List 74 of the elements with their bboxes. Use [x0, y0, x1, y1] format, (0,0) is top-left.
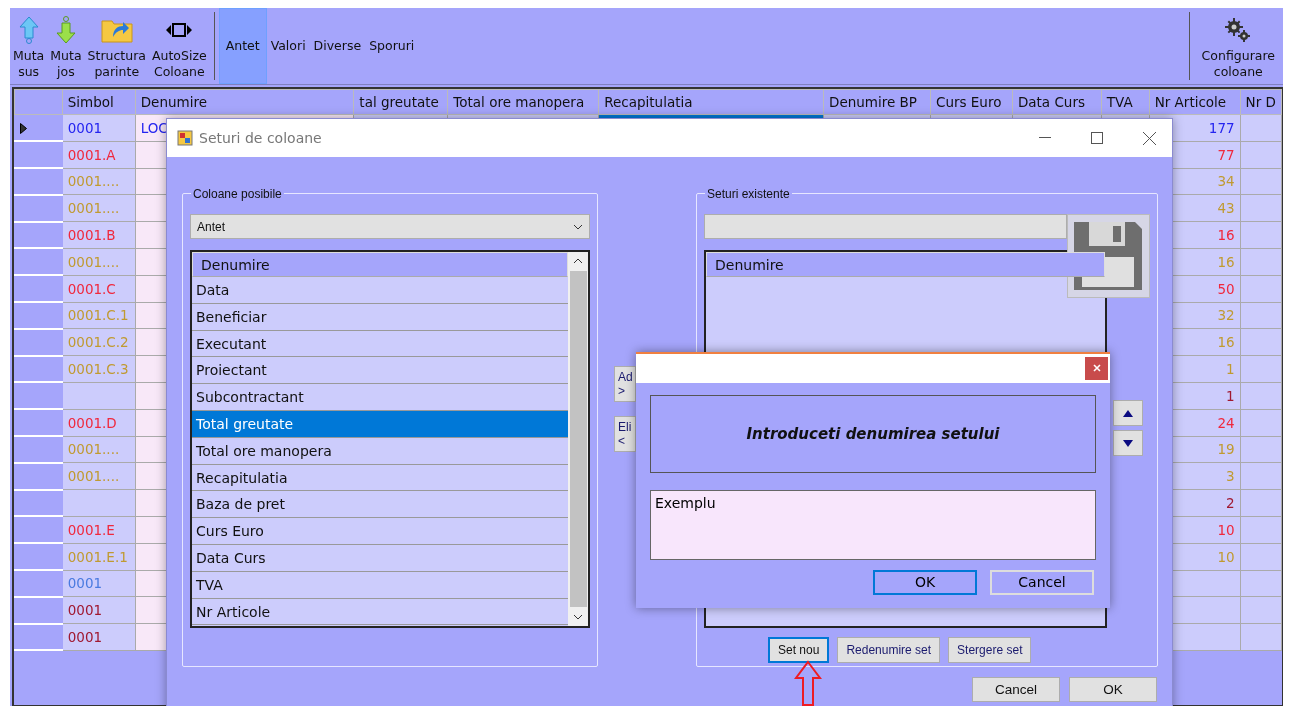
set-button[interactable]: Redenumire set	[837, 637, 941, 663]
set-name-input[interactable]: Exemplu	[650, 490, 1096, 560]
move-button[interactable]: Ad >	[614, 366, 636, 402]
table-cell: 0001....	[62, 462, 136, 490]
table-cell: 0001.C.1	[62, 302, 136, 329]
set-button[interactable]: Stergere set	[948, 637, 1032, 663]
chevron-up-icon	[573, 258, 583, 264]
list-item[interactable]: Total greutate	[192, 411, 568, 438]
annotation-arrow	[794, 660, 822, 706]
toolbar-button[interactable]: Muta jos	[47, 8, 85, 84]
minimize-icon	[1039, 137, 1051, 139]
toolbar-button[interactable]: AutoSize Coloane	[148, 8, 210, 84]
arrow-down-icon	[55, 16, 76, 44]
arrow-up-icon	[18, 16, 39, 44]
dialog-button[interactable]: Cancel	[990, 570, 1094, 595]
column-header[interactable]: Recapitulatia	[598, 89, 824, 115]
autosize-icon	[165, 20, 194, 40]
set-button[interactable]: Set nou	[768, 637, 830, 663]
table-cell: 0001.E.1	[62, 543, 136, 571]
table-cell: 0001.A	[62, 141, 136, 169]
list-header[interactable]: Denumire	[706, 252, 1105, 277]
chevron-down-icon	[573, 614, 583, 620]
close-button[interactable]	[1085, 357, 1108, 380]
column-header[interactable]: Nr Articole	[1149, 89, 1241, 115]
column-header[interactable]: TVA	[1101, 89, 1150, 115]
tab[interactable]: Antet	[218, 8, 267, 84]
table-cell: 0001.C	[62, 275, 136, 303]
set-name-field[interactable]	[704, 214, 1067, 239]
table-cell: 0001	[62, 596, 136, 624]
prompt-label: Introduceti denumirea setului	[650, 395, 1096, 473]
close-icon	[1092, 364, 1101, 373]
tab[interactable]: Sporuri	[365, 8, 419, 84]
list-header[interactable]: Denumire	[192, 252, 568, 277]
table-cell: 0001....	[62, 436, 136, 463]
window-icon	[177, 130, 193, 146]
maximize-icon	[1091, 132, 1103, 144]
folder-icon	[100, 17, 133, 43]
scrollbar[interactable]	[568, 252, 588, 626]
table-cell: 0001.B	[62, 221, 136, 249]
column-header[interactable]: Curs Euro	[930, 89, 1013, 115]
dialog-button[interactable]: OK	[1069, 677, 1157, 702]
column-header[interactable]: Simbol	[62, 89, 136, 115]
move-up-button[interactable]	[1113, 400, 1143, 426]
gears-icon	[1225, 18, 1252, 42]
move-down-button[interactable]	[1113, 430, 1143, 456]
table-cell: 0001	[62, 114, 136, 142]
dialog-button[interactable]: Cancel	[972, 677, 1060, 702]
table-cell: 0001	[62, 570, 136, 597]
chevron-down-icon	[573, 223, 583, 230]
toolbar-button[interactable]: Structura parinte	[84, 8, 149, 84]
table-cell: 0001.C.2	[62, 328, 136, 356]
column-header[interactable]: Data Curs	[1012, 89, 1102, 115]
table-cell: 0001.C.3	[62, 355, 136, 383]
row-header[interactable]	[14, 114, 63, 142]
column-header[interactable]: tal greutate	[353, 89, 448, 115]
table-cell: 0001.D	[62, 409, 136, 437]
tab[interactable]: Valori	[266, 8, 310, 84]
column-header[interactable]: Nr D	[1240, 89, 1282, 115]
dialog-button[interactable]: OK	[873, 570, 977, 595]
toolbar-button[interactable]: Muta sus	[10, 8, 48, 84]
configure-columns-button[interactable]: Configurare coloane	[1193, 8, 1283, 84]
move-button[interactable]: Eli <	[614, 416, 636, 452]
close-icon	[1142, 131, 1156, 145]
columns-dropdown[interactable]: Antet	[190, 214, 590, 239]
column-header[interactable]: Denumire	[135, 89, 354, 115]
table-cell: 0001.E	[62, 516, 136, 544]
table-cell: 0001....	[62, 194, 136, 222]
current-row-icon	[20, 123, 27, 134]
column-header[interactable]: Total ore manopera	[447, 89, 599, 115]
table-cell: 0001	[62, 623, 136, 651]
tab[interactable]: Diverse	[309, 8, 366, 84]
table-cell: 0001....	[62, 248, 136, 276]
column-header[interactable]: Denumire BP	[823, 89, 931, 115]
table-cell: 0001....	[62, 168, 136, 195]
